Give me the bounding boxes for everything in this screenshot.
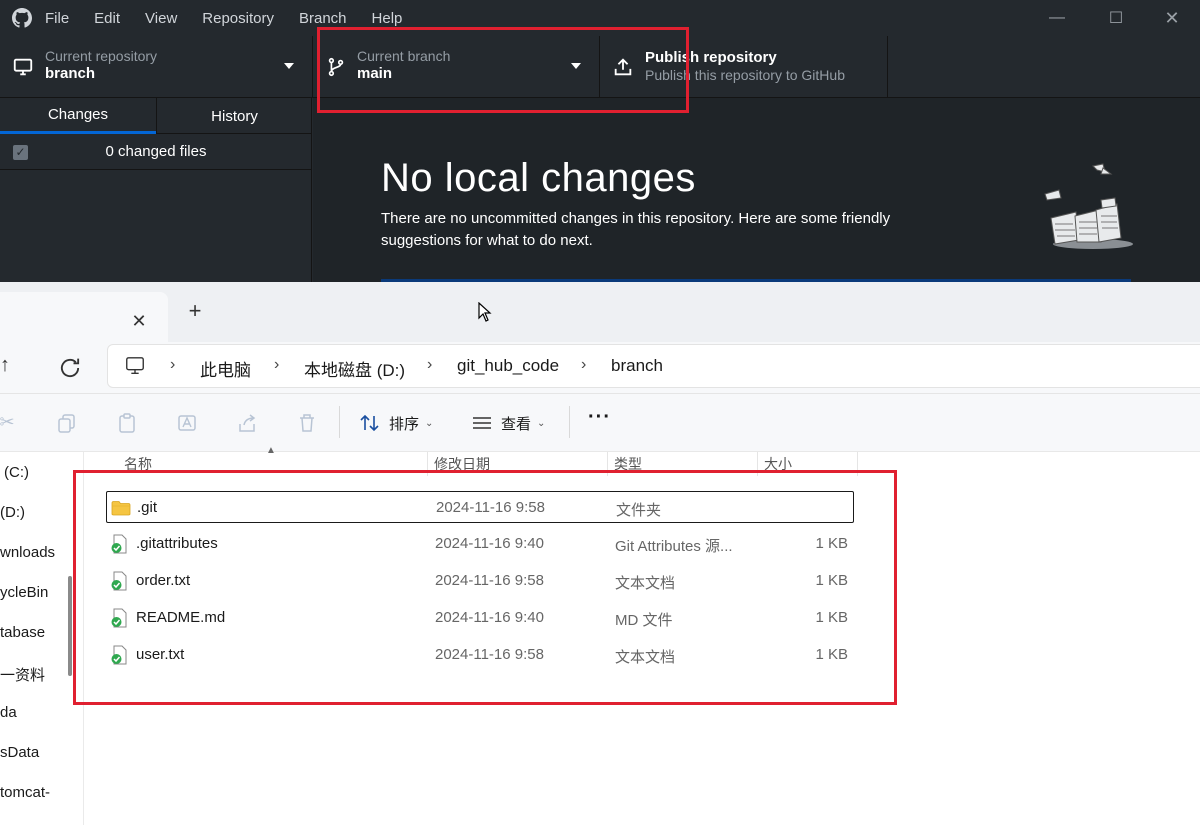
tab-history[interactable]: History: [156, 98, 312, 134]
changed-files-header: ✓ 0 changed files: [0, 134, 312, 170]
view-label: 查看: [501, 415, 532, 433]
chevron-right-icon: ›: [170, 356, 176, 373]
share-icon[interactable]: [236, 412, 258, 434]
nav-item-database[interactable]: tabase: [0, 624, 45, 641]
breadcrumb-this-pc[interactable]: 此电脑: [200, 356, 251, 381]
minimize-icon[interactable]: —: [1043, 4, 1071, 32]
nav-item-recyclebin[interactable]: ycleBin: [0, 584, 48, 601]
sort-button[interactable]: 排序 ⌄: [359, 410, 433, 436]
command-divider: [339, 406, 340, 438]
refresh-icon[interactable]: [56, 354, 84, 382]
breadcrumb-git-hub-code[interactable]: git_hub_code: [457, 356, 559, 376]
cut-icon[interactable]: ✂: [0, 412, 18, 434]
menu-view[interactable]: View: [145, 10, 177, 27]
menu-file[interactable]: File: [45, 10, 69, 27]
delete-icon[interactable]: [296, 412, 318, 434]
sidebar-tabs: Changes History: [0, 98, 312, 134]
copy-icon[interactable]: [56, 412, 78, 434]
annotation-highlight-branch: [317, 27, 689, 113]
github-logo-icon: [12, 8, 32, 28]
command-bar: ✂ 排序 ⌄ 查看 ⌄ ···: [0, 394, 1200, 452]
chevron-down-icon: ⌄: [425, 417, 434, 429]
menu-branch[interactable]: Branch: [299, 10, 347, 27]
sort-icon: [360, 414, 379, 432]
nav-item-downloads[interactable]: wnloads: [0, 544, 55, 561]
close-icon[interactable]: ✕: [1158, 4, 1186, 32]
nav-item-c-drive[interactable]: (C:): [4, 464, 29, 481]
address-bar[interactable]: › 此电脑 › 本地磁盘 (D:) › git_hub_code › branc…: [107, 344, 1200, 388]
chevron-right-icon: ›: [427, 356, 433, 373]
new-tab-icon[interactable]: +: [184, 300, 206, 322]
computer-icon: [126, 357, 144, 375]
tab-close-icon[interactable]: ✕: [128, 310, 150, 332]
nav-item-da[interactable]: da: [0, 704, 17, 721]
view-icon: [473, 417, 491, 429]
tab-changes[interactable]: Changes: [0, 98, 156, 134]
github-desktop-window: File Edit View Repository Branch Help — …: [0, 0, 1200, 282]
breadcrumb-branch[interactable]: branch: [611, 356, 663, 376]
menu-edit[interactable]: Edit: [94, 10, 120, 27]
paste-icon[interactable]: [116, 412, 138, 434]
file-explorer-window: ✕ + ↑ › 此电脑 › 本地磁盘 (D:) › git_hub_code ›…: [0, 282, 1200, 825]
current-repository-value: branch: [45, 65, 96, 82]
navigation-pane: (C:) (D:) wnloads ycleBin tabase 一资料 da …: [0, 452, 84, 825]
chevron-right-icon: ›: [581, 356, 587, 373]
rename-icon[interactable]: [176, 412, 198, 434]
view-button[interactable]: 查看 ⌄: [471, 410, 545, 436]
chevron-right-icon: ›: [274, 356, 280, 373]
paper-stack-illustration-icon: [1044, 163, 1133, 249]
explorer-tab[interactable]: ✕: [0, 292, 168, 342]
chevron-down-icon: ⌄: [537, 417, 546, 429]
nav-item-sdata[interactable]: sData: [0, 744, 39, 761]
address-row: ↑ › 此电脑 › 本地磁盘 (D:) › git_hub_code › bra…: [0, 342, 1200, 394]
changed-files-count: 0 changed files: [105, 143, 207, 160]
nav-item-materials[interactable]: 一资料: [0, 664, 45, 685]
command-divider: [569, 406, 570, 438]
no-changes-heading: No local changes: [381, 156, 696, 200]
no-changes-description: There are no uncommitted changes in this…: [381, 210, 891, 249]
up-arrow-icon[interactable]: ↑: [0, 354, 22, 382]
desktop-icon: [13, 58, 33, 76]
maximize-icon[interactable]: ☐: [1102, 4, 1130, 32]
nav-scrollbar[interactable]: [68, 576, 72, 676]
chevron-down-icon: [284, 63, 294, 69]
changes-sidebar: Changes History ✓ 0 changed files: [0, 98, 312, 282]
main-content: No local changes There are no uncommitte…: [313, 98, 1200, 282]
annotation-highlight-files: [73, 470, 897, 705]
menu-repository[interactable]: Repository: [202, 10, 274, 27]
current-repository-label: Current repository: [45, 48, 158, 64]
nav-item-d-drive[interactable]: (D:): [0, 504, 25, 521]
sort-up-icon: ▲: [266, 445, 276, 456]
breadcrumb-drive-d[interactable]: 本地磁盘 (D:): [304, 356, 405, 381]
nav-item-tomcat[interactable]: tomcat-: [0, 784, 50, 801]
mouse-cursor-icon: [478, 302, 492, 322]
menu-help[interactable]: Help: [372, 10, 403, 27]
sort-label: 排序: [389, 415, 420, 433]
explorer-tab-bar: ✕ +: [0, 282, 1200, 342]
more-options-button[interactable]: ···: [588, 406, 611, 429]
current-repository-button[interactable]: Current repository branch: [0, 36, 313, 98]
